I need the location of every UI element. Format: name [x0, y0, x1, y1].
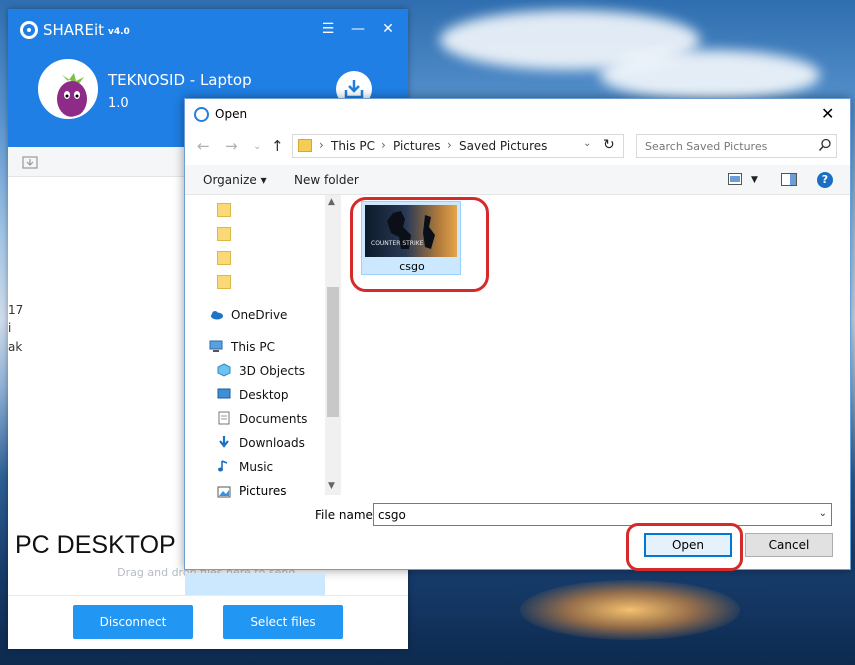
- dialog-toolbar: Organize ▾ New folder ▼ ?: [185, 165, 850, 195]
- document-icon: [218, 411, 230, 425]
- folder-icon[interactable]: [217, 203, 231, 217]
- desktop-icon: [217, 388, 231, 399]
- breadcrumb-pictures[interactable]: Pictures: [393, 139, 441, 153]
- download-icon: [219, 436, 229, 448]
- view-options-icon[interactable]: [728, 173, 742, 185]
- address-dropdown-icon[interactable]: ⌄: [583, 138, 591, 149]
- navigation-pane: OneDrive This PC 3D Objects Desktop Docu…: [185, 195, 341, 595]
- new-folder-button[interactable]: New folder: [294, 173, 359, 187]
- forward-arrow-icon[interactable]: →: [225, 137, 238, 155]
- folder-icon[interactable]: [217, 251, 231, 265]
- highlight-ring-open: [626, 523, 743, 571]
- select-files-button[interactable]: Select files: [223, 605, 343, 639]
- music-icon: [218, 460, 228, 472]
- shareit-small-icon: [194, 107, 209, 122]
- divider: [8, 595, 408, 596]
- folder-icon[interactable]: [217, 227, 231, 241]
- app-version: v4.0: [108, 27, 130, 37]
- file-name-field-label: File name:: [315, 508, 377, 522]
- dialog-titlebar[interactable]: Open ✕: [185, 99, 850, 129]
- file-name-input[interactable]: csgo ⌄: [373, 503, 832, 526]
- cube-icon: [217, 363, 231, 377]
- search-placeholder: Search Saved Pictures: [645, 140, 768, 153]
- avatar[interactable]: [38, 59, 98, 119]
- search-icon[interactable]: [818, 138, 832, 152]
- computer-icon: [209, 340, 223, 352]
- refresh-icon[interactable]: ↻: [603, 137, 615, 153]
- up-arrow-icon[interactable]: ↑: [271, 137, 284, 155]
- file-name-dropdown-icon[interactable]: ⌄: [819, 508, 827, 519]
- highlight-ring-file: [350, 197, 489, 292]
- pc-desktop-label: PC DESKTOP: [15, 531, 176, 559]
- address-bar[interactable]: › This PC › Pictures › Saved Pictures ⌄ …: [292, 134, 624, 158]
- menu-icon[interactable]: ☰: [318, 19, 338, 39]
- truncated-text-1: 17: [8, 303, 24, 317]
- device-version: 1.0: [108, 96, 129, 111]
- search-input[interactable]: Search Saved Pictures: [636, 134, 837, 158]
- close-icon[interactable]: ✕: [378, 19, 398, 39]
- nav-scrollbar[interactable]: ▲ ▼: [325, 195, 341, 495]
- help-icon[interactable]: ?: [817, 172, 833, 188]
- breadcrumb-saved-pictures[interactable]: Saved Pictures: [459, 139, 547, 153]
- truncated-text-2: i: [8, 321, 12, 335]
- file-name-value: csgo: [378, 508, 406, 522]
- device-name: TEKNOSID - Laptop: [108, 71, 252, 89]
- preview-pane-icon[interactable]: [781, 173, 797, 186]
- eggplant-avatar-icon: [40, 61, 96, 117]
- nav-item-pictures[interactable]: Pictures: [217, 481, 337, 503]
- organize-button[interactable]: Organize ▾: [203, 173, 267, 187]
- dialog-close-icon[interactable]: ✕: [821, 104, 834, 123]
- pictures-icon: [217, 486, 231, 498]
- cloud-icon: [211, 311, 223, 320]
- disconnect-button[interactable]: Disconnect: [73, 605, 193, 639]
- dialog-title: Open: [215, 107, 248, 121]
- back-arrow-icon[interactable]: ←: [197, 137, 210, 155]
- breadcrumb-this-pc[interactable]: This PC: [331, 139, 375, 153]
- truncated-text-3: ak: [8, 340, 23, 354]
- folder-icon: [298, 139, 312, 152]
- scroll-down-icon[interactable]: ▼: [328, 481, 335, 491]
- receive-folder-icon[interactable]: [22, 154, 38, 170]
- view-dropdown-icon[interactable]: ▼: [751, 175, 758, 185]
- cancel-button[interactable]: Cancel: [745, 533, 833, 557]
- selected-highlight: [185, 573, 325, 595]
- minimize-icon[interactable]: —: [348, 19, 368, 39]
- scroll-up-icon[interactable]: ▲: [328, 197, 335, 207]
- scrollbar-thumb[interactable]: [327, 287, 339, 417]
- app-title: SHAREit: [43, 21, 105, 39]
- folder-icon[interactable]: [217, 275, 231, 289]
- recent-locations-chevron-icon[interactable]: ⌄: [253, 141, 261, 152]
- open-dialog: Open ✕ ← → ⌄ ↑ › This PC › Pictures › Sa…: [184, 98, 851, 595]
